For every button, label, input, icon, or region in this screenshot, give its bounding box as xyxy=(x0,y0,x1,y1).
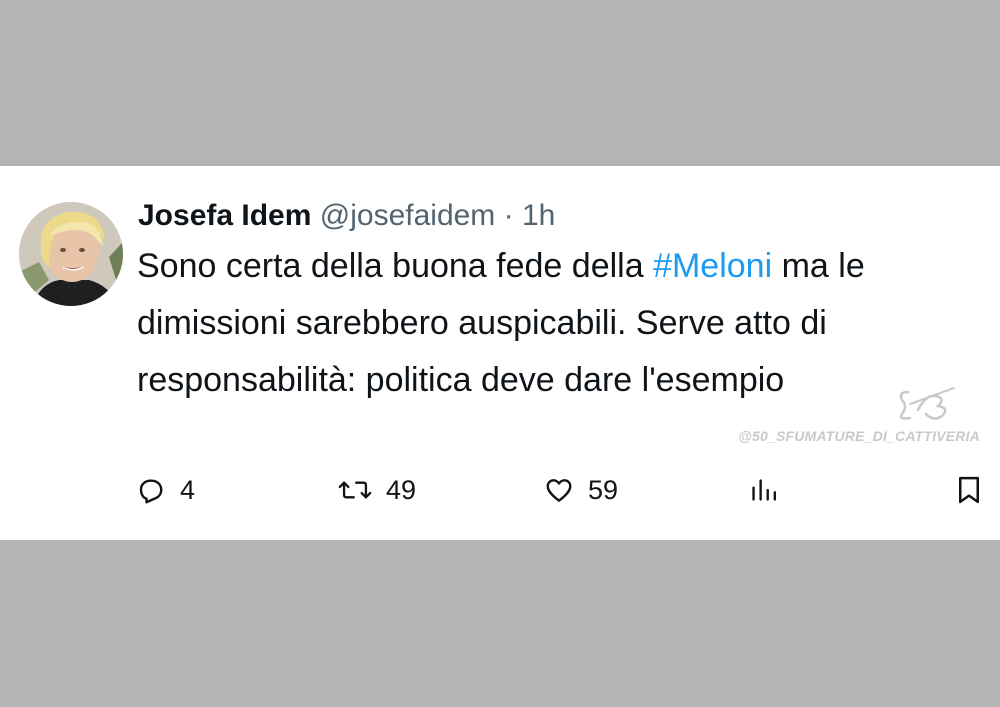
like-button[interactable]: 59 xyxy=(544,470,618,510)
author-handle[interactable]: @josefaidem xyxy=(320,199,496,232)
views-icon xyxy=(750,475,776,505)
watermark-text: @50_SFUMATURE_DI_CATTIVERIA xyxy=(738,428,980,444)
views-button[interactable] xyxy=(750,470,776,510)
avatar[interactable] xyxy=(19,202,123,306)
watermark-logo-icon xyxy=(899,387,955,420)
retweet-icon xyxy=(338,475,372,505)
heart-icon xyxy=(544,475,574,505)
watermark: @50_SFUMATURE_DI_CATTIVERIA xyxy=(738,384,980,454)
avatar-photo xyxy=(19,202,123,306)
tweet-time[interactable]: 1h xyxy=(522,199,555,232)
tweet-actions: 4 49 59 xyxy=(0,470,1000,510)
retweet-count: 49 xyxy=(386,474,417,505)
tweet-text-before: Sono certa della buona fede della xyxy=(137,247,654,285)
retweet-button[interactable]: 49 xyxy=(338,470,416,510)
tweet-header: Josefa Idem @josefaidem · 1h xyxy=(138,197,555,235)
reply-count: 4 xyxy=(180,474,196,505)
reply-icon xyxy=(136,475,166,505)
reply-button[interactable]: 4 xyxy=(136,470,195,510)
hashtag-link[interactable]: #Meloni xyxy=(653,247,772,285)
author-name[interactable]: Josefa Idem xyxy=(138,199,311,232)
like-count: 59 xyxy=(588,474,619,505)
bookmark-button[interactable] xyxy=(956,470,982,510)
bookmark-icon xyxy=(956,475,982,505)
separator-dot: · xyxy=(503,199,514,232)
